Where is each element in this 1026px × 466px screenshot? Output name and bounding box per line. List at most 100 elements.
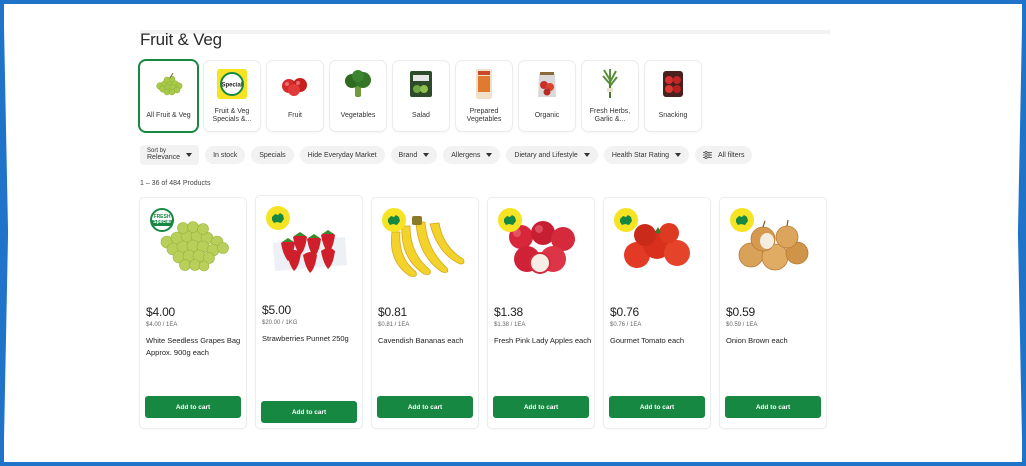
filter-hide-everyday-market[interactable]: Hide Everyday Market xyxy=(299,146,385,164)
chip-label: Dietary and Lifestyle xyxy=(514,151,578,159)
category-fruit[interactable]: Fruit xyxy=(267,61,323,131)
product-image[interactable] xyxy=(494,202,588,290)
filter-bar: Sort by Relevance In stock Specials Hide… xyxy=(140,145,753,165)
category-vegetables[interactable]: Vegetables xyxy=(330,61,386,131)
unit-price: $20.00 / 1KG xyxy=(262,320,298,326)
broccoli-icon xyxy=(341,67,375,101)
category-all-fruit-veg[interactable]: All Fruit & Veg xyxy=(140,61,197,131)
herbs-icon xyxy=(593,67,627,101)
category-label: Salad xyxy=(412,111,430,119)
category-label: Fruit & Veg Specials &... xyxy=(212,107,252,123)
fresh-special-badge: FRESH Special xyxy=(150,208,174,232)
add-to-cart-button[interactable]: Add to cart xyxy=(609,396,705,418)
chip-label: In stock xyxy=(213,151,238,159)
add-to-cart-button[interactable]: Add to cart xyxy=(261,401,357,423)
snacking-tub-icon xyxy=(656,67,690,101)
product-card[interactable]: $0.76 $0.76 / 1EA Gourmet Tomato each Ad… xyxy=(604,198,710,428)
chevron-down-icon xyxy=(675,153,682,157)
australian-grown-badge xyxy=(614,208,638,232)
category-label: Vegetables xyxy=(340,111,376,119)
salad-bag-icon xyxy=(404,67,438,101)
product-price: $1.38 xyxy=(494,305,524,319)
product-image[interactable] xyxy=(610,202,704,290)
filter-dietary-lifestyle[interactable]: Dietary and Lifestyle xyxy=(506,146,598,164)
organic-bag-icon xyxy=(530,67,564,101)
unit-price: $4.00 / 1EA xyxy=(146,322,178,328)
all-filters-button[interactable]: All filters xyxy=(695,146,753,164)
unit-price: $0.81 / 1EA xyxy=(378,322,410,328)
product-image[interactable]: FRESH Special xyxy=(146,202,240,290)
product-image[interactable] xyxy=(726,202,820,290)
australian-grown-badge xyxy=(730,208,754,232)
add-to-cart-button[interactable]: Add to cart xyxy=(145,396,241,418)
category-label: Organic xyxy=(534,111,560,119)
australian-grown-badge xyxy=(498,208,522,232)
category-label: Fruit xyxy=(288,111,302,119)
unit-price: $0.59 / 1EA xyxy=(726,322,758,328)
chip-label: Specials xyxy=(259,151,286,159)
chip-label: Brand xyxy=(398,151,418,159)
sliders-icon xyxy=(703,151,713,159)
sort-label: Sort by xyxy=(147,147,167,154)
prepared-veg-icon xyxy=(467,67,501,101)
category-carousel: All Fruit & Veg Special Fruit & Veg Spec… xyxy=(140,61,701,133)
category-prepared-vegetables[interactable]: Prepared Vegetables xyxy=(456,61,512,131)
chevron-down-icon xyxy=(583,153,590,157)
grapes-icon xyxy=(152,67,186,101)
product-image[interactable] xyxy=(378,202,472,290)
chip-label: Allergens xyxy=(451,151,481,159)
page-title: Fruit & Veg xyxy=(140,30,222,49)
filter-allergens[interactable]: Allergens xyxy=(443,146,501,164)
product-price: $4.00 xyxy=(146,305,176,319)
filter-brand[interactable]: Brand xyxy=(390,146,438,164)
results-count: 1 – 36 of 484 Products xyxy=(140,180,211,187)
australian-grown-badge xyxy=(382,208,406,232)
add-to-cart-button[interactable]: Add to cart xyxy=(377,396,473,418)
product-name[interactable]: Strawberries Punnet 250g xyxy=(262,333,360,345)
filter-specials[interactable]: Specials xyxy=(251,146,294,164)
chip-label: Health Star Rating xyxy=(611,151,670,159)
filter-in-stock[interactable]: In stock xyxy=(205,146,246,164)
category-organic[interactable]: Organic xyxy=(519,61,575,131)
product-card[interactable]: $5.00 $20.00 / 1KG Strawberries Punnet 2… xyxy=(256,196,362,428)
header-divider xyxy=(140,30,830,34)
filter-health-star-rating[interactable]: Health Star Rating xyxy=(603,146,690,164)
badge-text: Special xyxy=(151,219,173,226)
product-card[interactable]: $0.59 $0.59 / 1EA Onion Brown each Add t… xyxy=(720,198,826,428)
category-label: Snacking xyxy=(658,111,688,119)
chip-label: Hide Everyday Market xyxy=(307,151,377,159)
chevron-down-icon xyxy=(423,153,430,157)
product-name[interactable]: Gourmet Tomato each xyxy=(610,335,708,347)
category-label: Prepared Vegetables xyxy=(466,107,502,123)
product-card[interactable]: FRESH Special $4.00 $4.00 / 1EA White Se… xyxy=(140,198,246,428)
sort-dropdown[interactable]: Sort by Relevance xyxy=(140,145,200,165)
unit-price: $0.76 / 1EA xyxy=(610,322,642,328)
australian-grown-badge xyxy=(266,206,290,230)
product-image[interactable] xyxy=(262,200,356,288)
sort-value: Relevance xyxy=(147,154,181,162)
category-label: Fresh Herbs, Garlic &... xyxy=(589,107,631,123)
product-name[interactable]: Fresh Pink Lady Apples each xyxy=(494,335,592,347)
product-name[interactable]: White Seedless Grapes Bag Approx. 900g e… xyxy=(146,335,244,358)
add-to-cart-button[interactable]: Add to cart xyxy=(493,396,589,418)
unit-price: $1.38 / 1EA xyxy=(494,322,526,328)
special-tag-icon: Special xyxy=(215,67,249,101)
category-fresh-herbs[interactable]: Fresh Herbs, Garlic &... xyxy=(582,61,638,131)
product-price: $5.00 xyxy=(262,303,292,317)
add-to-cart-button[interactable]: Add to cart xyxy=(725,396,821,418)
svg-text:Special: Special xyxy=(221,83,242,89)
product-name[interactable]: Onion Brown each xyxy=(726,335,824,347)
category-label: All Fruit & Veg xyxy=(146,111,191,119)
chevron-down-icon xyxy=(486,153,493,157)
category-specials[interactable]: Special Fruit & Veg Specials &... xyxy=(204,61,260,131)
chevron-down-icon xyxy=(186,153,193,157)
product-card[interactable]: $1.38 $1.38 / 1EA Fresh Pink Lady Apples… xyxy=(488,198,594,428)
category-snacking[interactable]: Snacking xyxy=(645,61,701,131)
product-name[interactable]: Cavendish Bananas each xyxy=(378,335,476,347)
product-price: $0.59 xyxy=(726,305,756,319)
category-salad[interactable]: Salad xyxy=(393,61,449,131)
product-card[interactable]: $0.81 $0.81 / 1EA Cavendish Bananas each… xyxy=(372,198,478,428)
product-grid: FRESH Special $4.00 $4.00 / 1EA White Se… xyxy=(140,196,826,430)
product-price: $0.81 xyxy=(378,305,408,319)
product-price: $0.76 xyxy=(610,305,640,319)
